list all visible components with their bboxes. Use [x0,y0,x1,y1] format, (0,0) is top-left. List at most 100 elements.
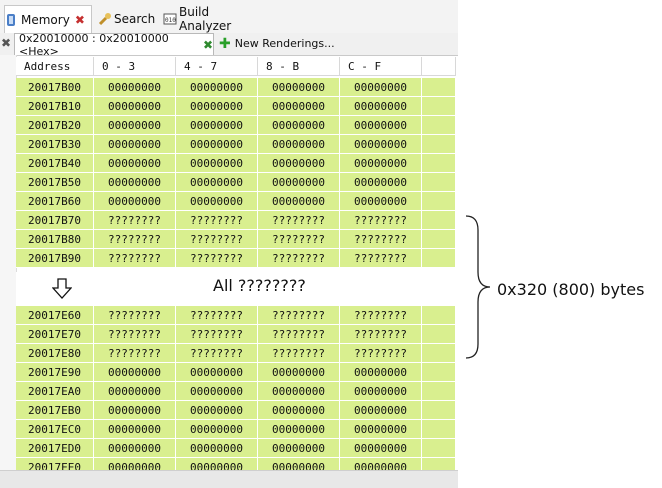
table-row[interactable]: 20017ED0 00000000 00000000 00000000 00000000 [16,439,456,458]
address-cell[interactable]: 20017B50 [16,173,94,192]
value-cell[interactable]: 00000000 [340,401,422,420]
value-cell[interactable]: ???????? [340,249,422,268]
value-cell[interactable]: 00000000 [176,97,258,116]
value-cell[interactable]: 00000000 [340,97,422,116]
value-cell[interactable]: 00000000 [94,154,176,173]
table-row[interactable]: 20017B30 00000000 00000000 00000000 00000000 [16,135,456,154]
value-cell[interactable]: 00000000 [340,135,422,154]
value-cell[interactable]: 00000000 [176,439,258,458]
value-cell[interactable]: ???????? [340,306,422,325]
value-cell[interactable]: 00000000 [94,135,176,154]
value-cell[interactable]: 00000000 [258,97,340,116]
tab-build-analyzer[interactable]: 010 Build Analyzer [163,5,263,33]
value-cell[interactable]: 00000000 [258,363,340,382]
value-cell[interactable]: 00000000 [176,173,258,192]
table-row[interactable]: 20017B20 00000000 00000000 00000000 00000000 [16,116,456,135]
table-row[interactable]: 20017EA0 00000000 00000000 00000000 00000000 [16,382,456,401]
value-cell[interactable]: 00000000 [258,154,340,173]
value-cell[interactable]: 00000000 [176,363,258,382]
value-cell[interactable]: 00000000 [258,439,340,458]
tab-hex-rendering[interactable]: 0x20010000 : 0x20010000 <Hex> ✖ [14,32,214,58]
value-cell[interactable]: ???????? [340,230,422,249]
table-row[interactable]: 20017EB0 00000000 00000000 00000000 00000000 [16,401,456,420]
value-cell[interactable]: 00000000 [258,382,340,401]
address-cell[interactable]: 20017B20 [16,116,94,135]
value-cell[interactable]: 00000000 [94,192,176,211]
address-cell[interactable]: 20017EC0 [16,420,94,439]
value-cell[interactable]: 00000000 [94,363,176,382]
value-cell[interactable]: 00000000 [258,192,340,211]
table-row[interactable]: 20017B00 00000000 00000000 00000000 00000000 [16,78,456,97]
value-cell[interactable]: ???????? [94,306,176,325]
value-cell[interactable]: 00000000 [176,116,258,135]
value-cell[interactable]: ???????? [176,325,258,344]
address-cell[interactable]: 20017E70 [16,325,94,344]
address-cell[interactable]: 20017B10 [16,97,94,116]
address-cell[interactable]: 20017ED0 [16,439,94,458]
remove-rendering-icon[interactable]: ✖ [1,36,11,50]
value-cell[interactable]: 00000000 [340,439,422,458]
value-cell[interactable]: ???????? [94,325,176,344]
tab-memory[interactable]: Memory ✖ [4,5,92,33]
value-cell[interactable]: ???????? [258,249,340,268]
new-renderings-button[interactable]: ✚ New Renderings... [215,33,341,54]
value-cell[interactable]: ???????? [176,344,258,363]
value-cell[interactable]: ???????? [340,325,422,344]
horizontal-scrollbar[interactable] [0,470,458,488]
value-cell[interactable]: ???????? [258,325,340,344]
value-cell[interactable]: 00000000 [340,78,422,97]
table-row[interactable]: 20017E80???????????????????????????????? [16,344,456,363]
value-cell[interactable]: 00000000 [340,363,422,382]
value-cell[interactable]: ???????? [258,344,340,363]
value-cell[interactable]: 00000000 [340,173,422,192]
value-cell[interactable]: 00000000 [176,401,258,420]
value-cell[interactable]: ???????? [94,230,176,249]
table-row[interactable]: 20017B40 00000000 00000000 00000000 00000000 [16,154,456,173]
value-cell[interactable]: 00000000 [258,420,340,439]
value-cell[interactable]: 00000000 [176,192,258,211]
value-cell[interactable]: 00000000 [258,458,340,470]
table-row[interactable]: 20017B50 00000000 00000000 00000000 00000000 [16,173,456,192]
value-cell[interactable]: ???????? [176,230,258,249]
value-cell[interactable]: 00000000 [94,116,176,135]
value-cell[interactable]: 00000000 [94,97,176,116]
address-cell[interactable]: 20017B80 [16,230,94,249]
value-cell[interactable]: 00000000 [176,135,258,154]
close-icon[interactable]: ✖ [203,38,213,52]
value-cell[interactable]: 00000000 [94,439,176,458]
value-cell[interactable]: 00000000 [340,458,422,470]
value-cell[interactable]: 00000000 [176,154,258,173]
table-row[interactable]: 20017B70???????????????????????????????? [16,211,456,230]
table-row[interactable]: 20017E60???????????????????????????????? [16,306,456,325]
address-cell[interactable]: 20017E90 [16,363,94,382]
address-cell[interactable]: 20017B40 [16,154,94,173]
value-cell[interactable]: 00000000 [340,154,422,173]
value-cell[interactable]: ???????? [258,306,340,325]
table-row[interactable]: 20017B60 00000000 00000000 00000000 00000000 [16,192,456,211]
table-row[interactable]: 20017E70???????????????????????????????? [16,325,456,344]
value-cell[interactable]: ???????? [94,344,176,363]
value-cell[interactable]: ???????? [176,249,258,268]
value-cell[interactable]: 00000000 [176,420,258,439]
value-cell[interactable]: 00000000 [94,173,176,192]
value-cell[interactable]: 00000000 [94,420,176,439]
value-cell[interactable]: 00000000 [176,78,258,97]
address-cell[interactable]: 20017B90 [16,249,94,268]
value-cell[interactable]: ???????? [258,211,340,230]
value-cell[interactable]: 00000000 [94,401,176,420]
address-cell[interactable]: 20017EA0 [16,382,94,401]
table-row[interactable]: 20017EC0 00000000 00000000 00000000 00000000 [16,420,456,439]
address-cell[interactable]: 20017E60 [16,306,94,325]
value-cell[interactable]: ???????? [176,211,258,230]
value-cell[interactable]: ???????? [340,211,422,230]
value-cell[interactable]: 00000000 [94,78,176,97]
value-cell[interactable]: 00000000 [94,458,176,470]
value-cell[interactable]: 00000000 [176,458,258,470]
value-cell[interactable]: 00000000 [258,116,340,135]
address-cell[interactable]: 20017EE0 [16,458,94,470]
value-cell[interactable]: 00000000 [258,135,340,154]
value-cell[interactable]: ???????? [94,249,176,268]
value-cell[interactable]: ???????? [94,211,176,230]
address-cell[interactable]: 20017B60 [16,192,94,211]
value-cell[interactable]: 00000000 [340,192,422,211]
